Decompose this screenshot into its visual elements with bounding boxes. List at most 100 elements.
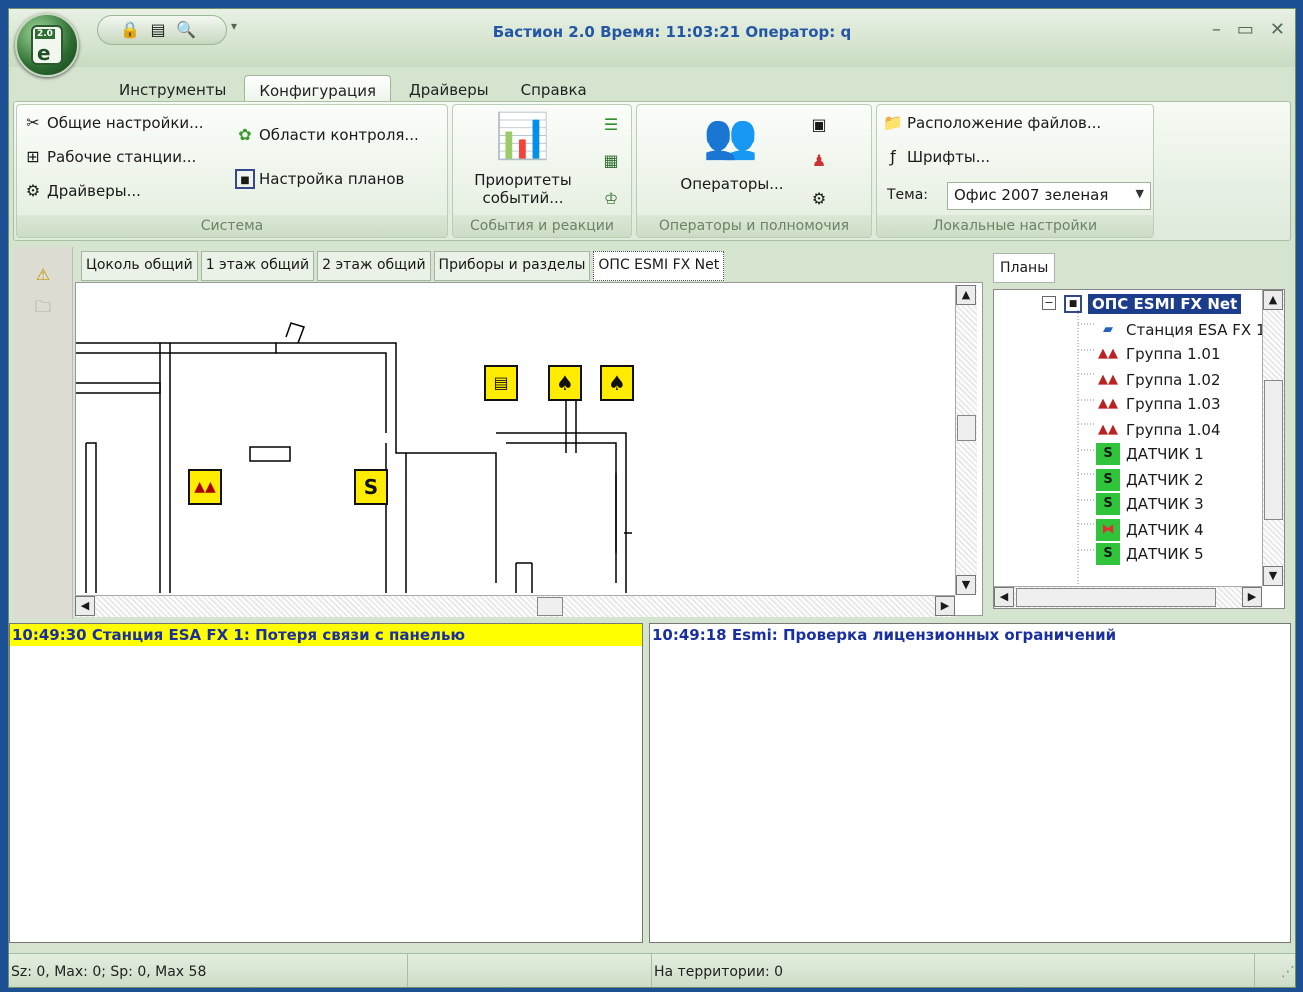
tree-item[interactable]: S ДАТЧИК 5: [1096, 542, 1204, 566]
status-middle: [408, 954, 652, 987]
group-system: ✂ Общие настройки... ⊞ Рабочие станции... …: [16, 104, 448, 238]
version-badge: 2.0: [35, 29, 55, 39]
fonts-button[interactable]: ƒ Шрифты...: [883, 147, 990, 167]
close-button[interactable]: ✕: [1270, 19, 1285, 40]
drivers-button[interactable]: ⚙ Драйверы...: [23, 181, 141, 201]
group-alarm-icon: ▲▲: [1098, 422, 1118, 437]
plan-hscroll-thumb[interactable]: [537, 597, 563, 616]
tree-item[interactable]: ▲▲ Группа 1.04: [1096, 418, 1221, 442]
operators-button[interactable]: 👥 Операторы...: [667, 111, 797, 211]
sensor-plan-icon[interactable]: S: [354, 469, 388, 505]
general-settings-button[interactable]: ✂ Общие настройки...: [23, 113, 203, 133]
plan-tab-esmi[interactable]: ОПС ESMI FX Net: [593, 251, 725, 281]
alarm-log[interactable]: 10:49:30 Станция ESA FX 1: Потеря связи …: [9, 623, 643, 943]
tree-item[interactable]: S ДАТЧИК 1: [1096, 442, 1204, 466]
status-territory: На территории: 0: [652, 954, 1256, 987]
sensor-icon: S: [1096, 493, 1120, 515]
status-counters: Sz: 0, Max: 0; Sp: 0, Max 58: [9, 954, 409, 987]
chevron-down-icon: ▼: [1135, 187, 1144, 200]
plan-toolbar: ⚠ 🗀: [13, 247, 73, 619]
tree-item[interactable]: ▲▲ Группа 1.01: [1096, 342, 1221, 366]
sensor-fault-icon: ⧓: [1096, 519, 1120, 541]
app-logo-icon: 2.0 e: [31, 25, 63, 65]
operators-icon: 👥: [703, 111, 758, 162]
messages-icon[interactable]: ☰: [601, 115, 621, 135]
event-log-entry[interactable]: 10:49:18 Esmi: Проверка лицензионных огр…: [650, 624, 1290, 646]
fire-detector-plan-icon-2[interactable]: ♠: [600, 365, 634, 401]
workstations-button[interactable]: ⊞ Рабочие станции...: [23, 147, 196, 167]
tree-horizontal-scrollbar[interactable]: ◀ ▶: [994, 586, 1262, 608]
resize-grip-icon[interactable]: ⋰: [1255, 954, 1295, 987]
collapse-icon[interactable]: −: [1042, 296, 1056, 310]
theme-select[interactable]: Офис 2007 зеленая ▼: [947, 182, 1151, 210]
font-icon: ƒ: [890, 147, 896, 166]
group-label-local: Локальные настройки: [877, 215, 1153, 237]
group-operators: 👥 Операторы... ▣ ♟ ⚙ Операторы и полномо…: [636, 104, 872, 238]
control-areas-button[interactable]: ✿ Области контроля...: [235, 125, 418, 145]
hierarchy-icon[interactable]: ♔: [601, 189, 621, 209]
plan-icon: ■: [1064, 295, 1082, 313]
station-plan-icon[interactable]: ▤: [484, 365, 518, 401]
title-bar: 2.0 e 🔒 ▤ 🔍 ▾ Бастион 2.0 Время: 11:03:21…: [9, 9, 1295, 77]
tree-vertical-scrollbar[interactable]: ▲ ▼: [1262, 290, 1284, 586]
plan-setup-button[interactable]: ■ Настройка планов: [235, 169, 404, 189]
scroll-left-icon[interactable]: ◀: [75, 596, 95, 616]
sensor-icon: S: [1096, 543, 1120, 565]
scroll-up-icon[interactable]: ▲: [1263, 290, 1283, 310]
tree-item[interactable]: ⧓ ДАТЧИК 4: [1096, 518, 1204, 542]
plan-tab-devices[interactable]: Приборы и разделы: [433, 251, 591, 281]
group-label-system: Система: [17, 215, 447, 237]
status-bar: Sz: 0, Max: 0; Sp: 0, Max 58 На территор…: [9, 953, 1295, 987]
scroll-right-icon[interactable]: ▶: [935, 596, 955, 616]
plan-tab-floor2[interactable]: 2 этаж общий: [317, 251, 431, 281]
floor-plan-canvas[interactable]: ▤ ♠ ♠ ▲▲ S: [75, 282, 983, 616]
alarm-devices-icon[interactable]: ⚠: [33, 265, 53, 285]
plan-vertical-scrollbar[interactable]: ▲ ▼: [955, 285, 977, 595]
permissions-gear-icon[interactable]: ⚙: [809, 189, 829, 209]
theme-label: Тема:: [887, 187, 929, 203]
scroll-down-icon[interactable]: ▼: [1263, 566, 1283, 586]
sensor-icon: S: [1096, 443, 1120, 465]
tools-icon: ✂: [26, 113, 40, 132]
plans-tree[interactable]: − ■ ОПС ESMI FX Net ▰ Станция ESA FX 1 ▲▲ Г…: [993, 289, 1285, 609]
event-log[interactable]: 10:49:18 Esmi: Проверка лицензионных огр…: [649, 623, 1291, 943]
network-icon: ⊞: [26, 147, 40, 166]
file-locations-button[interactable]: 📁 Расположение файлов...: [883, 113, 1101, 133]
group-users-icon[interactable]: ♟: [809, 151, 829, 171]
tree-item[interactable]: ▲▲ Группа 1.02: [1096, 368, 1221, 392]
sensor-icon: S: [1096, 469, 1120, 491]
tree-vscroll-thumb[interactable]: [1264, 380, 1283, 520]
plan-tab-basement[interactable]: Цоколь общий: [81, 251, 198, 281]
group-local: 📁 Расположение файлов... ƒ Шрифты... Тема:…: [876, 104, 1154, 238]
minimize-button[interactable]: –: [1212, 19, 1221, 40]
group-alarm-plan-icon[interactable]: ▲▲: [188, 469, 222, 505]
tree-item[interactable]: S ДАТЧИК 3: [1096, 492, 1204, 516]
scroll-down-icon[interactable]: ▼: [956, 575, 976, 595]
event-priorities-button[interactable]: 📊 Приоритеты событий...: [461, 109, 585, 215]
folder-open-icon[interactable]: 🗀: [33, 297, 53, 317]
plan-tabs: Цоколь общий 1 этаж общий 2 этаж общий П…: [81, 251, 725, 281]
scroll-right-icon[interactable]: ▶: [1242, 587, 1262, 607]
plan-tab-floor1[interactable]: 1 этаж общий: [200, 251, 315, 281]
maximize-button[interactable]: ▭: [1237, 19, 1254, 40]
tree-item[interactable]: ▰ Станция ESA FX 1: [1096, 318, 1265, 342]
contact-card-icon[interactable]: ▣: [809, 115, 829, 135]
app-window: 2.0 e 🔒 ▤ 🔍 ▾ Бастион 2.0 Время: 11:03:21…: [8, 8, 1296, 988]
fire-detector-plan-icon[interactable]: ♠: [548, 365, 582, 401]
station-icon: ▰: [1103, 322, 1113, 337]
tab-plans[interactable]: Планы: [993, 253, 1056, 283]
alarm-log-entry[interactable]: 10:49:30 Станция ESA FX 1: Потеря связи …: [10, 624, 642, 646]
plan-horizontal-scrollbar[interactable]: ◀ ▶: [75, 595, 955, 617]
report-icon[interactable]: ▦: [601, 151, 621, 171]
priorities-chart-icon: 📊: [495, 111, 550, 162]
group-events: 📊 Приоритеты событий... ☰ ▦ ♔ События и …: [452, 104, 632, 238]
scroll-left-icon[interactable]: ◀: [994, 587, 1014, 607]
tree-item[interactable]: ▲▲ Группа 1.03: [1096, 392, 1221, 416]
window-title: Бастион 2.0 Время: 11:03:21 Оператор: q: [492, 23, 852, 41]
scroll-up-icon[interactable]: ▲: [956, 285, 976, 305]
plan-vscroll-thumb[interactable]: [957, 415, 976, 441]
tree-item[interactable]: S ДАТЧИК 2: [1096, 468, 1204, 492]
tree-root[interactable]: ■ ОПС ESMI FX Net: [1064, 292, 1242, 316]
tree-hscroll-thumb[interactable]: [1016, 588, 1216, 607]
app-menu-button[interactable]: 2.0 e: [15, 13, 79, 77]
